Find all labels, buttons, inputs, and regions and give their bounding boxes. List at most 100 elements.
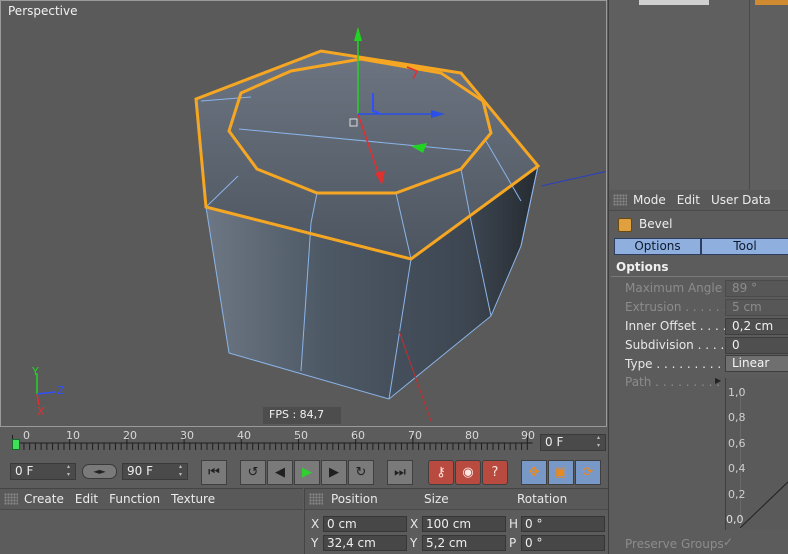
tick-label: 70 xyxy=(408,429,422,442)
path-expand-icon[interactable]: ▶ xyxy=(715,376,721,385)
ruler-ticks xyxy=(12,435,533,450)
header-size: Size xyxy=(424,492,449,506)
attribute-manager: Mode Edit User Data Bevel Options Tool O… xyxy=(608,190,788,554)
graph-tick: 0,6 xyxy=(728,437,746,450)
goto-end-button[interactable]: ⏭ xyxy=(387,460,413,485)
object-manager[interactable] xyxy=(608,0,788,190)
question-icon: ? xyxy=(491,465,499,480)
tick-label: 90 xyxy=(521,429,535,442)
param-extrusion-field[interactable]: 5 cm xyxy=(725,299,788,316)
tick-label: 40 xyxy=(237,429,251,442)
step-back-icon: ◀ xyxy=(275,465,285,480)
scale-icon: ▣ xyxy=(554,465,568,480)
panel-grip-icon[interactable] xyxy=(309,493,323,505)
param-inner-offset-field[interactable]: 0,2 cm xyxy=(725,318,788,335)
prev-key-button[interactable]: ↺ xyxy=(240,460,266,485)
graph-curve xyxy=(740,481,788,529)
axis-label: X xyxy=(410,517,419,531)
tab-options[interactable]: Options xyxy=(614,238,701,255)
play-button[interactable]: ▶ xyxy=(294,460,320,485)
param-subdivision-field[interactable]: 0 xyxy=(725,337,788,354)
section-divider xyxy=(611,276,788,277)
key-help-button[interactable]: ? xyxy=(482,460,508,485)
next-key-icon: ↻ xyxy=(355,465,367,480)
preserve-groups-checkbox[interactable]: ✓ xyxy=(723,535,733,549)
panel-grip-icon[interactable] xyxy=(613,194,627,206)
position-x-field[interactable]: 0 cm xyxy=(323,516,407,532)
axis-label: X xyxy=(311,517,320,531)
tool-name: Bevel xyxy=(639,217,673,231)
header-rotation: Rotation xyxy=(517,492,568,506)
param-max-angle-field[interactable]: 89 ° xyxy=(725,280,788,297)
size-x-field[interactable]: 100 cm xyxy=(422,516,506,532)
param-label: Extrusion . . . . . . . xyxy=(625,300,735,314)
next-key-button[interactable]: ↻ xyxy=(348,460,374,485)
menu-user-data[interactable]: User Data xyxy=(711,193,771,207)
tick-label: 60 xyxy=(351,429,365,442)
svg-text:Y: Y xyxy=(31,365,39,378)
column-divider xyxy=(749,0,750,190)
menu-texture[interactable]: Texture xyxy=(171,492,215,506)
move-icon: ✥ xyxy=(528,465,540,480)
tick-label: 0 xyxy=(23,429,30,442)
record-key-button[interactable]: ⚷ xyxy=(428,460,454,485)
goto-end-icon: ⏭ xyxy=(394,465,406,480)
timeline[interactable]: 0 10 20 30 40 50 60 70 80 90 0 F xyxy=(0,427,608,457)
object-row-fragment xyxy=(639,0,709,5)
start-frame-field[interactable]: 0 F xyxy=(10,463,76,480)
section-title: Options xyxy=(616,260,669,274)
tab-tool[interactable]: Tool xyxy=(701,238,788,255)
header-position: Position xyxy=(331,492,378,506)
param-type-dropdown[interactable]: Linear xyxy=(725,355,788,372)
end-frame-field[interactable]: 90 F xyxy=(122,463,188,480)
panel-grip-icon[interactable] xyxy=(4,493,18,505)
tick-label: 20 xyxy=(123,429,137,442)
param-label: Subdivision . . . . . xyxy=(625,338,732,352)
graph-tick: 1,0 xyxy=(728,386,746,399)
menu-edit[interactable]: Edit xyxy=(75,492,98,506)
next-frame-button[interactable]: ▶ xyxy=(321,460,347,485)
size-y-field[interactable]: 5,2 cm xyxy=(422,535,506,551)
menu-create[interactable]: Create xyxy=(24,492,64,506)
loop-toggle[interactable]: ◄► xyxy=(82,464,117,479)
axis-label: Y xyxy=(311,536,319,550)
rotation-p-field[interactable]: 0 ° xyxy=(521,535,605,551)
viewport-perspective[interactable]: Y Z X Perspective FPS : 84,7 xyxy=(0,0,607,427)
param-label: Maximum Angle xyxy=(625,281,723,295)
graph-tick: 0,4 xyxy=(728,462,746,475)
playhead[interactable] xyxy=(12,439,20,450)
transport-bar: 0 F ◄► 90 F ⏮ ↺ ◀ ▶ ▶ ↻ ⏭ ⚷ ◉ ? ✥ ▣ ⟳ xyxy=(0,457,608,487)
goto-start-icon: ⏮ xyxy=(208,465,220,480)
prev-frame-button[interactable]: ◀ xyxy=(267,460,293,485)
rotate-icon: ⟳ xyxy=(582,465,594,480)
bevel-tool-icon xyxy=(618,218,632,232)
rotation-h-field[interactable]: 0 ° xyxy=(521,516,605,532)
menu-mode[interactable]: Mode xyxy=(633,193,666,207)
param-label: Type . . . . . . . . . xyxy=(625,357,722,371)
viewport-title: Perspective xyxy=(8,4,78,18)
material-manager: Create Edit Function Texture xyxy=(0,488,303,554)
menu-edit[interactable]: Edit xyxy=(677,193,700,207)
svg-text:Z: Z xyxy=(57,384,65,397)
param-label: Path . . . . . . . . . . xyxy=(625,375,728,389)
step-forward-icon: ▶ xyxy=(329,465,339,480)
tick-label: 10 xyxy=(66,429,80,442)
rotate-tool-button[interactable]: ⟳ xyxy=(575,460,601,485)
attribute-menubar: Mode Edit User Data xyxy=(609,190,788,211)
scale-tool-button[interactable]: ▣ xyxy=(548,460,574,485)
auto-key-button[interactable]: ◉ xyxy=(455,460,481,485)
tick-label: 30 xyxy=(180,429,194,442)
graph-tick: 0,8 xyxy=(728,411,746,424)
current-frame-field[interactable]: 0 F xyxy=(540,434,606,451)
preserve-groups-label: Preserve Groups xyxy=(625,537,724,551)
position-y-field[interactable]: 32,4 cm xyxy=(323,535,407,551)
timeline-ruler[interactable] xyxy=(12,431,533,451)
move-tool-button[interactable]: ✥ xyxy=(521,460,547,485)
scene-render: Y Z X xyxy=(31,27,606,422)
axis-label: Y xyxy=(410,536,418,550)
path-graph[interactable]: 1,0 0,8 0,6 0,4 0,2 0,0 xyxy=(725,378,788,530)
menu-function[interactable]: Function xyxy=(109,492,160,506)
fps-readout: FPS : 84,7 xyxy=(263,407,341,424)
axis-label: H xyxy=(509,517,519,531)
goto-start-button[interactable]: ⏮ xyxy=(201,460,227,485)
